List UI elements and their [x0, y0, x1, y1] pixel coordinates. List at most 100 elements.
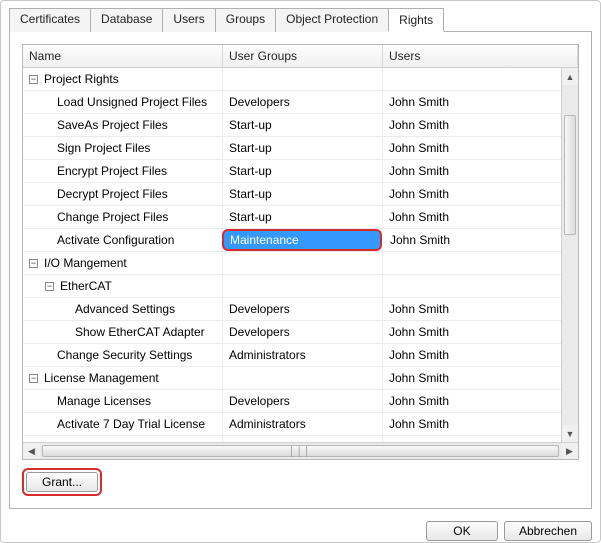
- table-row[interactable]: −I/O Mangement: [23, 252, 561, 275]
- cell-name[interactable]: Change Security Settings: [23, 344, 223, 366]
- tree-toggle-icon[interactable]: −: [29, 259, 38, 268]
- cell-name[interactable]: Load Unsigned Project Files: [23, 91, 223, 113]
- hscroll-thumb[interactable]: │││: [42, 445, 559, 457]
- row-label: EtherCAT: [60, 279, 112, 293]
- cell-name[interactable]: Show EtherCAT Adapter: [23, 321, 223, 343]
- cell-name[interactable]: −License Management: [23, 367, 223, 389]
- tab-groups[interactable]: Groups: [215, 8, 276, 32]
- row-label: I/O Mangement: [44, 256, 127, 270]
- cell-users[interactable]: John Smith: [383, 344, 561, 366]
- cell-user-groups[interactable]: Start-up: [223, 206, 383, 228]
- tree-toggle-icon[interactable]: −: [29, 374, 38, 383]
- table-row[interactable]: Encrypt Project Files Start-upJohn Smith: [23, 160, 561, 183]
- cell-users[interactable]: John Smith: [383, 413, 561, 435]
- cell-users[interactable]: John Smith: [383, 183, 561, 205]
- col-header-name[interactable]: Name: [23, 45, 223, 67]
- cell-user-groups[interactable]: Developers: [223, 298, 383, 320]
- tab-users[interactable]: Users: [162, 8, 215, 32]
- vertical-scrollbar[interactable]: ▲ ▼: [561, 68, 578, 442]
- rights-table: Name User Groups Users −Project RightsLo…: [22, 44, 579, 460]
- scroll-right-icon[interactable]: ▶: [561, 443, 578, 460]
- cell-user-groups[interactable]: [223, 367, 383, 389]
- cell-users[interactable]: John Smith: [383, 137, 561, 159]
- cell-name[interactable]: Activate Configuration: [23, 229, 223, 251]
- cell-user-groups[interactable]: Administrators: [223, 344, 383, 366]
- row-label: SaveAs Project Files: [57, 118, 168, 132]
- cell-users[interactable]: [383, 68, 561, 90]
- cell-user-groups[interactable]: Developers: [223, 91, 383, 113]
- cell-users[interactable]: John Smith: [383, 298, 561, 320]
- cell-user-groups[interactable]: Maintenance: [222, 229, 382, 251]
- table-row[interactable]: Decrypt Project FilesStart-upJohn Smith: [23, 183, 561, 206]
- cell-name[interactable]: Activate 7 Day Trial License: [23, 413, 223, 435]
- cell-name[interactable]: SaveAs Project Files: [23, 114, 223, 136]
- cell-users[interactable]: [383, 252, 561, 274]
- row-label: Activate 7 Day Trial License: [57, 417, 205, 431]
- cell-users[interactable]: John Smith: [384, 229, 561, 251]
- cell-users[interactable]: John Smith: [383, 114, 561, 136]
- table-row[interactable]: −License Management John Smith: [23, 367, 561, 390]
- col-header-users[interactable]: Users: [383, 45, 578, 67]
- table-row[interactable]: Load Unsigned Project Files DevelopersJoh…: [23, 91, 561, 114]
- scroll-left-icon[interactable]: ◀: [23, 443, 40, 460]
- grant-button[interactable]: Grant...: [26, 472, 98, 492]
- table-row[interactable]: −EtherCAT: [23, 275, 561, 298]
- cell-user-groups[interactable]: [223, 68, 383, 90]
- cell-name[interactable]: Encrypt Project Files: [23, 160, 223, 182]
- cell-users[interactable]: John Smith: [383, 367, 561, 389]
- cell-name[interactable]: −Project Rights: [23, 68, 223, 90]
- scroll-down-icon[interactable]: ▼: [562, 425, 578, 442]
- table-row[interactable]: Change Security SettingsAdministratorsJo…: [23, 344, 561, 367]
- cell-user-groups[interactable]: Start-up: [223, 183, 383, 205]
- scroll-up-icon[interactable]: ▲: [562, 68, 578, 85]
- cell-user-groups[interactable]: [223, 275, 383, 297]
- cell-user-groups[interactable]: Administrators: [223, 413, 383, 435]
- cell-user-groups[interactable]: Start-up: [223, 137, 383, 159]
- cell-name[interactable]: −EtherCAT: [23, 275, 223, 297]
- cell-users[interactable]: John Smith: [383, 206, 561, 228]
- table-row[interactable]: Change Project Files Start-upJohn Smith: [23, 206, 561, 229]
- row-label: Change Project Files: [57, 210, 168, 224]
- cell-name[interactable]: Decrypt Project Files: [23, 183, 223, 205]
- cancel-button[interactable]: Abbrechen: [504, 521, 592, 541]
- cell-name[interactable]: Advanced Settings: [23, 298, 223, 320]
- cell-name[interactable]: −I/O Mangement: [23, 252, 223, 274]
- cell-users[interactable]: John Smith: [383, 91, 561, 113]
- cell-user-groups[interactable]: Developers: [223, 390, 383, 412]
- table-row[interactable]: −Project Rights: [23, 68, 561, 91]
- cell-user-groups[interactable]: [223, 252, 383, 274]
- cell-user-groups[interactable]: Developers: [223, 321, 383, 343]
- cell-name[interactable]: Change Project Files: [23, 206, 223, 228]
- table-row[interactable]: Show EtherCAT AdapterDevelopersJohn Smit…: [23, 321, 561, 344]
- cell-name[interactable]: Sign Project Files: [23, 137, 223, 159]
- horizontal-scrollbar[interactable]: ◀ │││ ▶: [23, 442, 578, 459]
- tree-toggle-icon[interactable]: −: [45, 282, 54, 291]
- cell-users[interactable]: John Smith: [383, 390, 561, 412]
- table-row[interactable]: SaveAs Project Files Start-upJohn Smith: [23, 114, 561, 137]
- cell-user-groups[interactable]: Start-up: [223, 160, 383, 182]
- tree-toggle-icon[interactable]: −: [29, 75, 38, 84]
- cell-users[interactable]: John Smith: [383, 160, 561, 182]
- tab-certificates[interactable]: Certificates: [9, 8, 91, 32]
- tab-database[interactable]: Database: [90, 8, 163, 32]
- cell-name[interactable]: Manage Licenses: [23, 390, 223, 412]
- table-row[interactable]: Advanced SettingsDevelopersJohn Smith: [23, 298, 561, 321]
- grant-button-highlight: Grant...: [22, 468, 102, 496]
- row-label: Load Unsigned Project Files: [57, 95, 207, 109]
- table-row[interactable]: Activate 7 Day Trial License Administrato…: [23, 413, 561, 436]
- table-row[interactable]: Activate Configuration MaintenanceJohn Sm…: [23, 229, 561, 252]
- table-row[interactable]: Sign Project FilesStart-upJohn Smith: [23, 137, 561, 160]
- ok-button[interactable]: OK: [426, 521, 498, 541]
- table-header: Name User Groups Users: [23, 45, 578, 68]
- col-header-user-groups[interactable]: User Groups: [223, 45, 383, 67]
- row-label: Encrypt Project Files: [57, 164, 167, 178]
- scroll-thumb[interactable]: [564, 115, 576, 235]
- cell-user-groups[interactable]: Start-up: [223, 114, 383, 136]
- tab-rights[interactable]: Rights: [388, 8, 444, 32]
- cell-users[interactable]: John Smith: [383, 321, 561, 343]
- table-row[interactable]: Manage Licenses DevelopersJohn Smith: [23, 390, 561, 413]
- cell-users[interactable]: [383, 275, 561, 297]
- row-label: Manage Licenses: [57, 394, 151, 408]
- row-label: Activate Configuration: [57, 233, 174, 247]
- tab-object-protection[interactable]: Object Protection: [275, 8, 389, 32]
